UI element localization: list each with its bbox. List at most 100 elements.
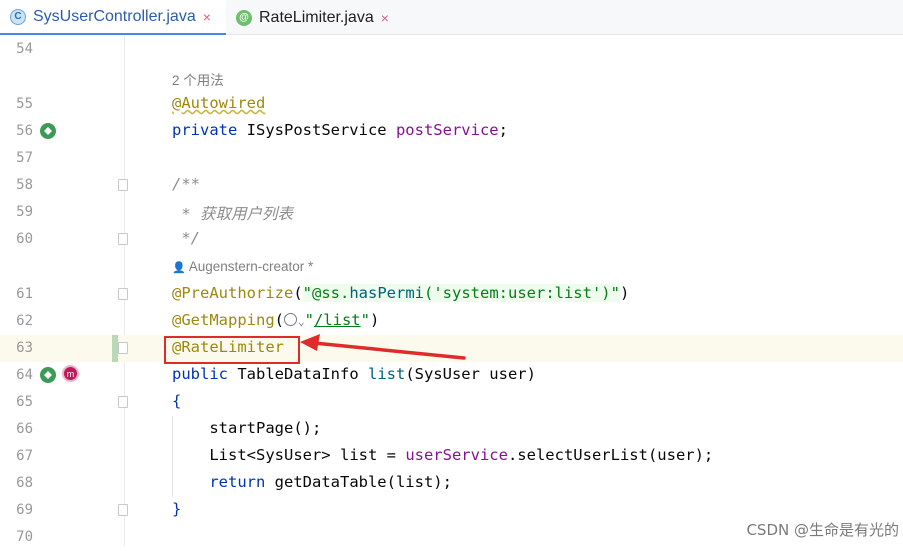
usages-hint-line: 2 个用法 — [0, 64, 903, 91]
punctuation: ( — [274, 311, 284, 329]
highlight-box — [164, 336, 300, 364]
line-number: 58 — [16, 177, 33, 193]
string-part: ('system:user:list')" — [424, 284, 620, 302]
code-line[interactable]: 66 startPage(); — [0, 416, 903, 443]
code-line[interactable]: 64 m public TableDataInfo list(SysUser u… — [0, 362, 903, 389]
type-name: List — [172, 446, 247, 464]
indent-guide — [172, 416, 173, 497]
field-name: postService — [395, 121, 499, 139]
code-text: public TableDataInfo list(SysUser user) — [172, 365, 536, 383]
line-number: 63 — [16, 340, 33, 356]
author-hint[interactable]: 👤 Augenstern-creator * — [172, 259, 313, 274]
field-name: userService — [405, 446, 508, 464]
string-part: " — [360, 311, 370, 329]
doc-comment-body: * 获取用户列表 — [172, 205, 293, 223]
line-number: 68 — [16, 475, 33, 491]
line-number: 62 — [16, 313, 33, 329]
fold-toggle-icon[interactable] — [118, 396, 128, 408]
code-line[interactable]: 55 @Autowired — [0, 91, 903, 118]
string-part: "@ss. — [302, 284, 350, 302]
brace-open: { — [172, 392, 182, 410]
method-call: .selectUserList(user); — [507, 446, 714, 464]
string-literal: "@ss.hasPermi('system:user:list')" — [302, 284, 620, 302]
watermark: CSDN @生命是有光的 — [746, 521, 899, 539]
code-text: @PreAuthorize("@ss.hasPermi('system:user… — [172, 284, 629, 302]
line-number: 55 — [16, 96, 33, 112]
code-line[interactable]: 61 @PreAuthorize("@ss.hasPermi('system:u… — [0, 281, 903, 308]
tab-ratelimiter[interactable]: @ RateLimiter.java × — [228, 0, 400, 35]
code-line[interactable]: 59 * 获取用户列表 — [0, 199, 903, 226]
line-number: 69 — [16, 502, 33, 518]
punctuation: ) — [369, 311, 380, 329]
punctuation: ; — [498, 121, 508, 139]
line-number: 56 — [16, 123, 33, 139]
fold-toggle-icon[interactable] — [118, 233, 128, 245]
editor-tab-bar: C SysUserController.java × @ RateLimiter… — [0, 0, 903, 35]
code-line[interactable]: 67 List<SysUser> list = userService.sele… — [0, 443, 903, 470]
annotation-autowired: @Autowired — [172, 94, 266, 112]
method-name: list — [367, 365, 406, 383]
method-override-icon[interactable]: m — [62, 365, 79, 382]
web-endpoint-icon[interactable] — [284, 313, 297, 326]
fold-toggle-icon[interactable] — [118, 288, 128, 300]
author-hint-line: 👤 Augenstern-creator * — [0, 254, 903, 281]
return-expression: getDataTable(list); — [265, 473, 452, 491]
person-icon: 👤 — [172, 262, 186, 274]
code-line[interactable]: 68 return getDataTable(list); — [0, 470, 903, 497]
usages-hint[interactable]: 2 个用法 — [172, 69, 224, 89]
code-editor[interactable]: 54 2 个用法 55 @Autowired 56 private ISysPo… — [0, 36, 903, 546]
string-part: " — [304, 311, 314, 329]
endpoint-path-link[interactable]: /list — [314, 311, 361, 329]
java-class-icon: C — [10, 8, 26, 25]
brace-close: } — [172, 500, 182, 518]
close-icon[interactable]: × — [203, 9, 211, 25]
fold-toggle-icon[interactable] — [118, 179, 128, 191]
code-text: private ISysPostService postService; — [172, 121, 508, 139]
annotation-preauthorize: @PreAuthorize — [172, 284, 294, 302]
punctuation: ( — [293, 284, 303, 302]
code-line[interactable]: 58 /** — [0, 172, 903, 199]
chevron-down-icon[interactable]: ⌄ — [298, 315, 305, 328]
annotation-file-icon: @ — [236, 9, 252, 26]
line-number: 65 — [16, 394, 33, 410]
line-number: 54 — [16, 41, 33, 57]
author-name: Augenstern-creator * — [188, 259, 314, 274]
fold-toggle-icon[interactable] — [118, 504, 128, 516]
code-text: return getDataTable(list); — [172, 473, 452, 491]
tab-label: RateLimiter.java — [259, 8, 374, 26]
generic-type: <SysUser> — [246, 446, 331, 464]
code-line[interactable]: 56 private ISysPostService postService; — [0, 118, 903, 145]
fold-toggle-icon[interactable] — [118, 342, 128, 354]
line-number: 59 — [16, 204, 33, 220]
type-name: TableDataInfo — [228, 365, 368, 383]
code-text: @GetMapping(⌄"/list") — [172, 311, 379, 329]
doc-comment-open: /** — [172, 175, 200, 193]
code-line[interactable]: 54 — [0, 36, 903, 63]
keyword: return — [172, 473, 266, 491]
start-page-call: startPage(); — [172, 419, 322, 437]
keyword: private — [172, 121, 238, 139]
code-text: List<SysUser> list = userService.selectU… — [172, 446, 713, 464]
line-number: 70 — [16, 529, 33, 545]
line-number: 61 — [16, 286, 33, 302]
tab-label: SysUserController.java — [33, 7, 196, 25]
line-number: 57 — [16, 150, 33, 166]
arrow-annotation-icon — [300, 334, 466, 360]
method-name: hasPermi — [349, 284, 424, 302]
line-number: 66 — [16, 421, 33, 437]
keyword: public — [172, 365, 228, 383]
bean-navigate-icon[interactable] — [40, 123, 56, 139]
code-line[interactable]: 60 */ — [0, 226, 903, 253]
code-text: @Autowired — [172, 94, 265, 112]
code-line[interactable]: 57 — [0, 145, 903, 172]
line-number: 60 — [16, 231, 33, 247]
punctuation: ) — [619, 284, 630, 302]
close-icon[interactable]: × — [381, 10, 389, 26]
code-line[interactable]: 65 { — [0, 389, 903, 416]
annotation-getmapping: @GetMapping — [172, 311, 275, 329]
line-number: 67 — [16, 448, 33, 464]
parameters: (SysUser user) — [405, 365, 536, 383]
assignment: list = — [330, 446, 406, 464]
request-mapping-icon[interactable] — [40, 367, 56, 383]
tab-sysusercontroller[interactable]: C SysUserController.java × — [0, 0, 226, 35]
